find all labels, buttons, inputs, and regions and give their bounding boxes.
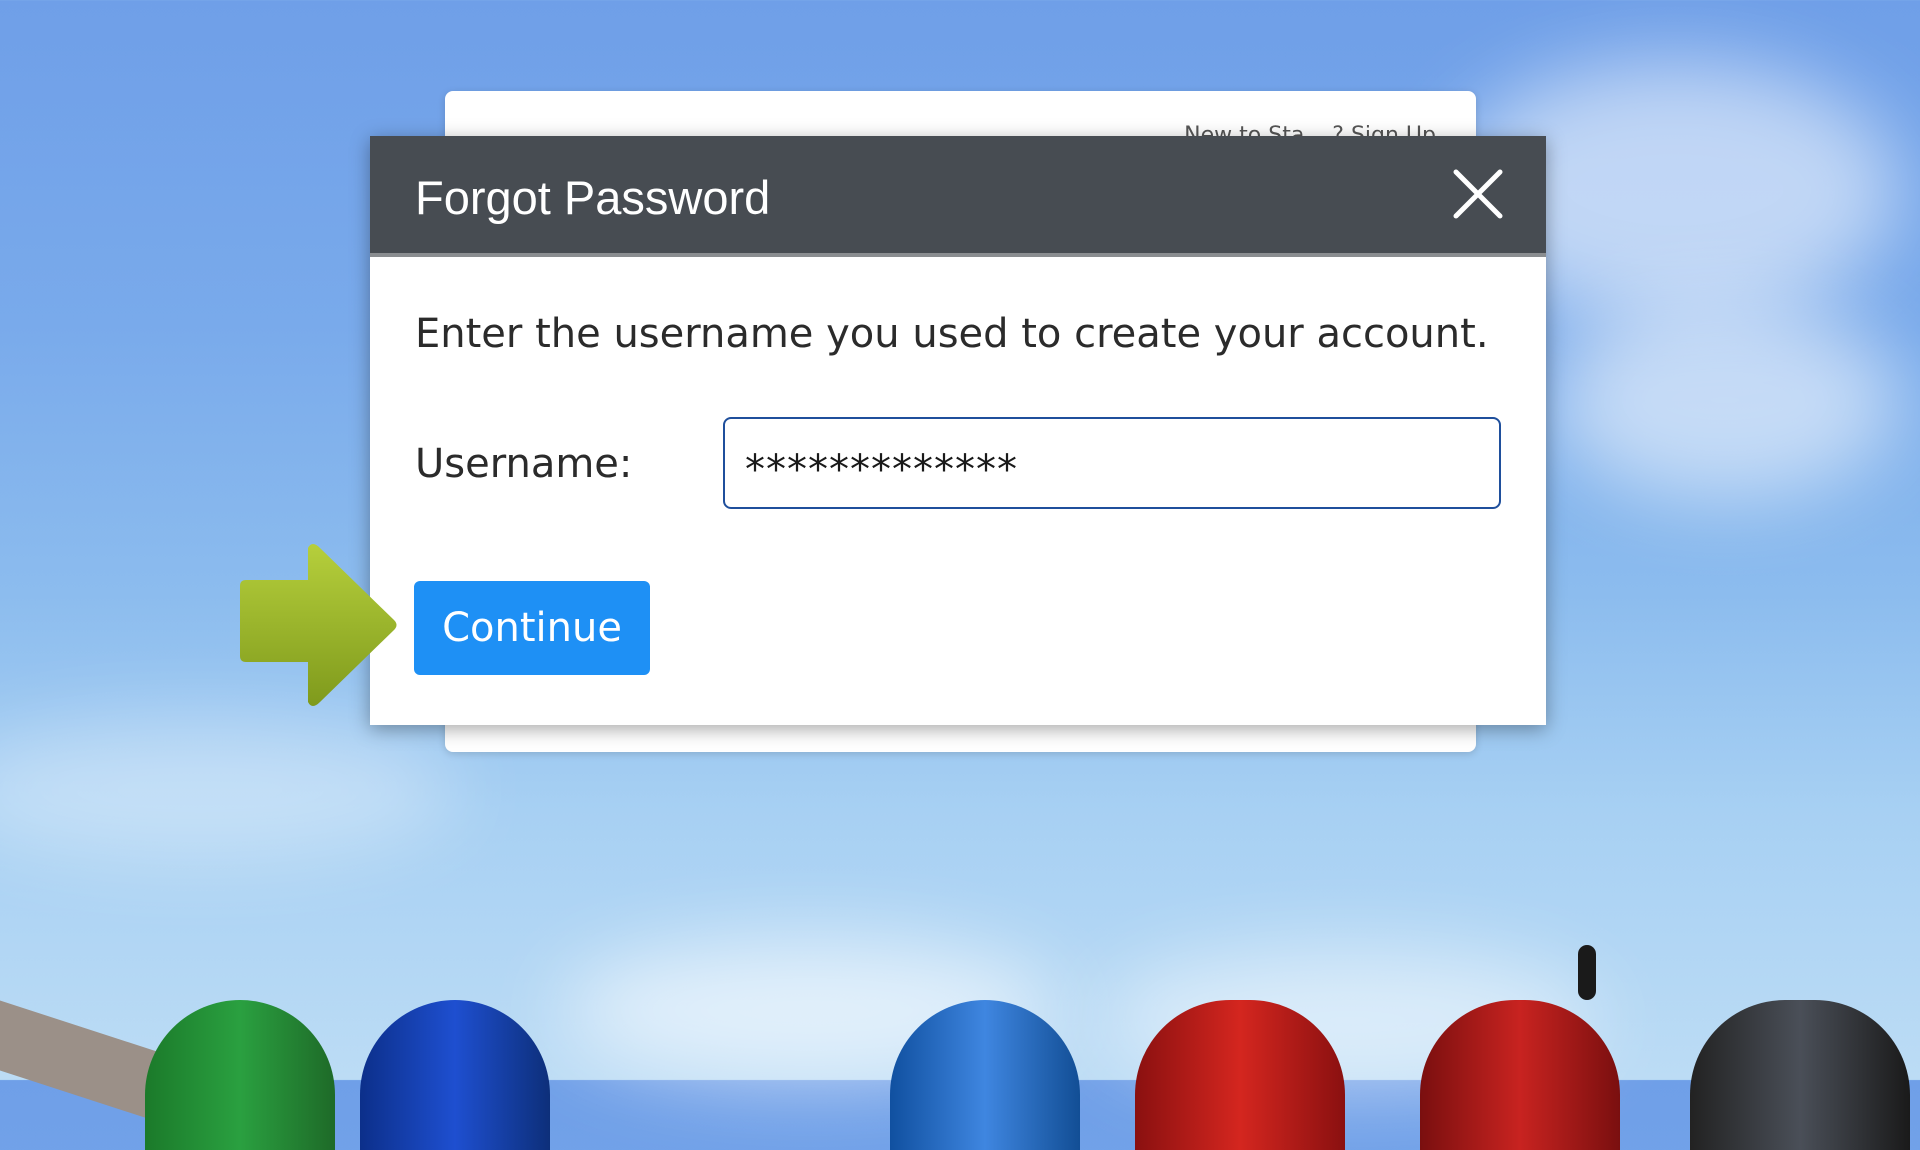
continue-button[interactable]: Continue xyxy=(414,581,650,675)
close-button[interactable] xyxy=(1450,166,1506,222)
mailbox xyxy=(1690,1000,1910,1150)
username-input[interactable] xyxy=(723,417,1501,509)
cloud xyxy=(1550,300,1900,500)
mailbox xyxy=(360,1000,550,1150)
dialog-header: Forgot Password xyxy=(370,136,1546,257)
forgot-password-dialog: Forgot Password Enter the username you u… xyxy=(370,136,1546,725)
instruction-text: Enter the username you used to create yo… xyxy=(415,311,1489,357)
roof xyxy=(0,987,160,1123)
mailbox-flag xyxy=(1578,945,1596,1000)
cloud xyxy=(0,720,460,860)
close-icon xyxy=(1453,169,1503,219)
right-arrow-icon xyxy=(240,544,397,706)
dialog-title: Forgot Password xyxy=(415,171,771,224)
username-label: Username: xyxy=(415,441,633,487)
mailbox xyxy=(145,1000,335,1150)
